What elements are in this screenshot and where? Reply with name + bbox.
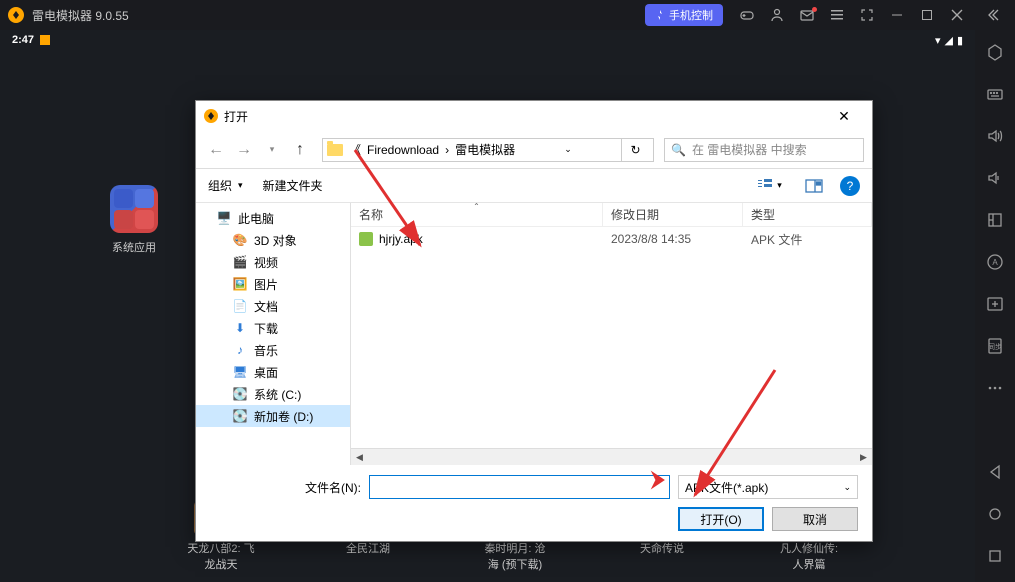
desktop-icon: 🖥 bbox=[232, 364, 248, 380]
nav-forward-icon: → bbox=[232, 138, 256, 162]
breadcrumb-separator: 《 bbox=[349, 141, 361, 158]
open-button[interactable]: 打开(O) bbox=[678, 507, 764, 531]
android-status-bar: 2:47 ▾ ◢ ▮ bbox=[0, 30, 975, 50]
volume-down-icon[interactable] bbox=[983, 166, 1007, 190]
filename-input[interactable] bbox=[369, 475, 670, 499]
fullscreen-icon[interactable] bbox=[853, 1, 881, 29]
dialog-title: 打开 bbox=[224, 108, 248, 125]
mail-icon[interactable] bbox=[793, 1, 821, 29]
nav-up-icon[interactable]: ↑ bbox=[288, 138, 312, 162]
tree-item-computer[interactable]: 🖥️此电脑 bbox=[196, 207, 350, 229]
collapse-sidebar-icon[interactable] bbox=[979, 0, 1007, 30]
tree-item-documents[interactable]: 📄文档 bbox=[196, 295, 350, 317]
nav-dropdown-icon[interactable]: ▾ bbox=[260, 138, 284, 162]
android-home-icon[interactable] bbox=[983, 502, 1007, 526]
phone-control-button[interactable]: 手机控制 bbox=[645, 4, 723, 26]
android-back-icon[interactable] bbox=[983, 460, 1007, 484]
filename-label: 文件名(N): bbox=[305, 479, 361, 496]
scroll-right-icon[interactable]: ▶ bbox=[855, 449, 872, 465]
breadcrumb-item[interactable]: 雷电模拟器 bbox=[455, 141, 515, 158]
tree-item-desktop[interactable]: 🖥桌面 bbox=[196, 361, 350, 383]
android-clock: 2:47 bbox=[12, 34, 34, 46]
view-options-button[interactable]: ▾ bbox=[752, 175, 788, 197]
drive-icon: 💽 bbox=[232, 408, 248, 424]
tree-item-music[interactable]: ♪音乐 bbox=[196, 339, 350, 361]
app-logo-icon bbox=[8, 7, 24, 23]
emulator-content: 2:47 ▾ ◢ ▮ 系统应用 天龙八部2: 飞龙战天 全民江湖 秦时明月: 沧… bbox=[0, 30, 975, 582]
tree-item-drive-d[interactable]: 💽新加卷 (D:) bbox=[196, 405, 350, 427]
user-icon[interactable] bbox=[763, 1, 791, 29]
organize-menu[interactable]: 组织 bbox=[208, 177, 232, 194]
file-list: ⌃名称 修改日期 类型 hjrjy.apk 2023/8/8 14:35 APK… bbox=[351, 203, 872, 465]
folder-tree: 🖥️此电脑 🎨3D 对象 🎬视频 🖼️图片 📄文档 ⬇下载 ♪音乐 🖥桌面 💽系… bbox=[196, 203, 351, 465]
menu-icon[interactable] bbox=[823, 1, 851, 29]
app-titlebar: 雷电模拟器 9.0.55 手机控制 bbox=[0, 0, 1015, 30]
file-open-dialog: 打开 ✕ ← → ▾ ↑ 《 Firedownload › 雷电模拟器 ⌄ ↻ bbox=[195, 100, 873, 542]
drive-icon: 💽 bbox=[232, 386, 248, 402]
dialog-titlebar: 打开 ✕ bbox=[196, 101, 872, 131]
tree-item-video[interactable]: 🎬视频 bbox=[196, 251, 350, 273]
add-screen-icon[interactable] bbox=[983, 292, 1007, 316]
search-icon: 🔍 bbox=[671, 143, 686, 157]
wifi-icon: ▾ bbox=[935, 34, 941, 47]
folder-icon bbox=[327, 144, 343, 156]
download-icon: ⬇ bbox=[232, 320, 248, 336]
refresh-icon[interactable]: ↻ bbox=[621, 138, 649, 162]
expand-icon[interactable] bbox=[983, 208, 1007, 232]
picture-icon: 🖼️ bbox=[232, 276, 248, 292]
script-icon[interactable]: 同步 bbox=[983, 334, 1007, 358]
nav-back-icon[interactable]: ← bbox=[204, 138, 228, 162]
battery-icon: ▮ bbox=[957, 34, 963, 47]
dialog-close-button[interactable]: ✕ bbox=[824, 101, 864, 131]
filetype-dropdown[interactable]: APK文件(*.apk)⌄ bbox=[678, 475, 858, 499]
svg-text:同步: 同步 bbox=[988, 343, 1002, 351]
keyboard-icon[interactable] bbox=[983, 82, 1007, 106]
new-folder-button[interactable]: 新建文件夹 bbox=[263, 177, 323, 194]
search-input[interactable]: 🔍 在 雷电模拟器 中搜索 bbox=[664, 138, 864, 162]
tree-item-pictures[interactable]: 🖼️图片 bbox=[196, 273, 350, 295]
more-icon[interactable] bbox=[983, 376, 1007, 400]
close-icon[interactable] bbox=[943, 1, 971, 29]
tree-item-downloads[interactable]: ⬇下载 bbox=[196, 317, 350, 339]
target-icon[interactable] bbox=[983, 40, 1007, 64]
minimize-icon[interactable] bbox=[883, 1, 911, 29]
dialog-toolbar: 组织▾ 新建文件夹 ▾ ? bbox=[196, 169, 872, 203]
document-icon: 📄 bbox=[232, 298, 248, 314]
tree-item-3d[interactable]: 🎨3D 对象 bbox=[196, 229, 350, 251]
locale-icon[interactable]: A bbox=[983, 250, 1007, 274]
computer-icon: 🖥️ bbox=[216, 210, 232, 226]
gamepad-icon[interactable] bbox=[733, 1, 761, 29]
file-list-header: ⌃名称 修改日期 类型 bbox=[351, 203, 872, 227]
column-header-type[interactable]: 类型 bbox=[743, 203, 872, 226]
dialog-footer: 文件名(N): APK文件(*.apk)⌄ 打开(O) 取消 bbox=[196, 465, 872, 541]
address-bar[interactable]: 《 Firedownload › 雷电模拟器 ⌄ ↻ bbox=[322, 138, 654, 162]
svg-text:A: A bbox=[992, 258, 998, 267]
tree-item-drive-c[interactable]: 💽系统 (C:) bbox=[196, 383, 350, 405]
android-status-indicator bbox=[40, 35, 50, 45]
breadcrumb-item[interactable]: Firedownload bbox=[367, 143, 439, 157]
dialog-nav-bar: ← → ▾ ↑ 《 Firedownload › 雷电模拟器 ⌄ ↻ 🔍 在 雷… bbox=[196, 131, 872, 169]
file-row[interactable]: hjrjy.apk 2023/8/8 14:35 APK 文件 bbox=[351, 227, 872, 251]
app-title: 雷电模拟器 9.0.55 bbox=[32, 7, 645, 24]
dialog-logo-icon bbox=[204, 109, 218, 123]
scroll-left-icon[interactable]: ◀ bbox=[351, 449, 368, 465]
column-header-date[interactable]: 修改日期 bbox=[603, 203, 743, 226]
volume-up-icon[interactable] bbox=[983, 124, 1007, 148]
breadcrumb-separator: › bbox=[445, 143, 449, 157]
system-app-icon[interactable]: 系统应用 bbox=[110, 185, 158, 255]
apk-file-icon bbox=[359, 232, 373, 246]
signal-icon: ◢ bbox=[944, 34, 952, 47]
maximize-icon[interactable] bbox=[913, 1, 941, 29]
video-icon: 🎬 bbox=[232, 254, 248, 270]
cancel-button[interactable]: 取消 bbox=[772, 507, 858, 531]
android-recent-icon[interactable] bbox=[983, 544, 1007, 568]
column-header-name[interactable]: ⌃名称 bbox=[351, 203, 603, 226]
3d-icon: 🎨 bbox=[232, 232, 248, 248]
music-icon: ♪ bbox=[232, 342, 248, 358]
help-button[interactable]: ? bbox=[840, 176, 860, 196]
address-dropdown-icon[interactable]: ⌄ bbox=[564, 144, 572, 155]
emulator-sidebar: A 同步 bbox=[975, 30, 1015, 582]
horizontal-scrollbar[interactable]: ◀ ▶ bbox=[351, 448, 872, 465]
preview-pane-button[interactable] bbox=[796, 175, 832, 197]
